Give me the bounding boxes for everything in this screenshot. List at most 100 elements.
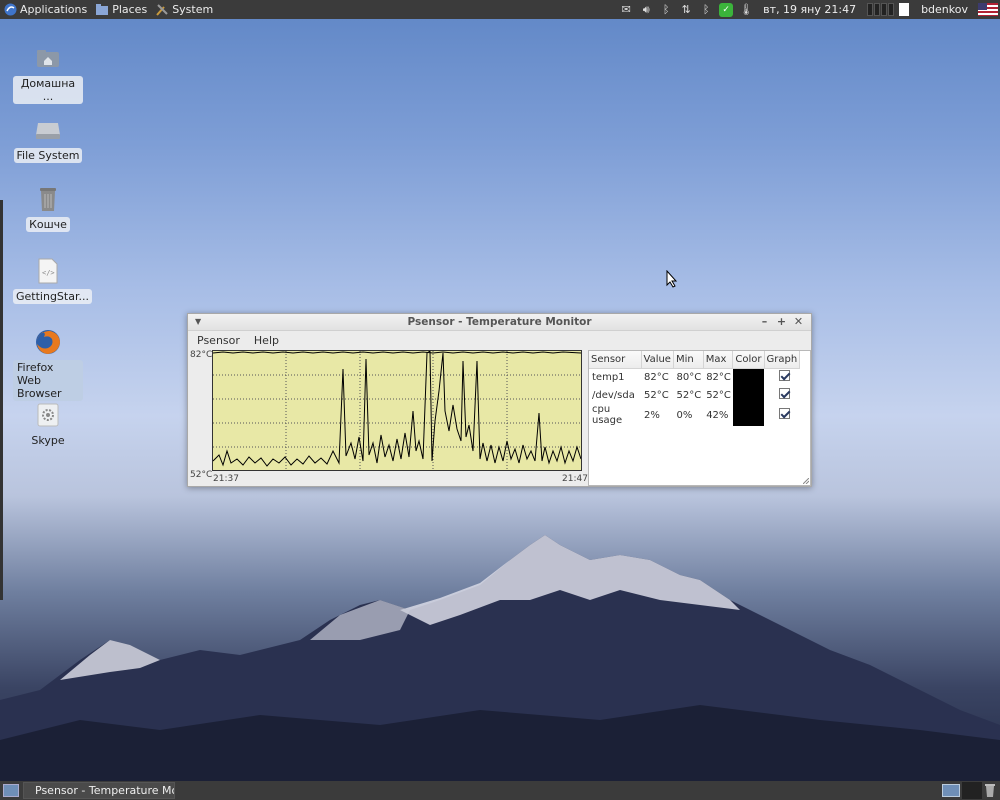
trash-icon[interactable] xyxy=(984,783,996,798)
window-title: Psensor - Temperature Monitor xyxy=(407,316,592,328)
gear-file-icon xyxy=(34,401,62,429)
home-folder-icon xyxy=(34,44,62,72)
graph-checkbox[interactable] xyxy=(779,388,791,399)
left-edge-strip xyxy=(0,200,3,600)
workspace-pager-empty[interactable] xyxy=(962,782,982,799)
svg-text:</>: </> xyxy=(42,269,55,277)
sensor-color-swatch[interactable] xyxy=(732,404,765,426)
column-header-sensor[interactable]: Sensor xyxy=(589,351,642,369)
sensor-color-swatch[interactable] xyxy=(732,386,765,404)
column-header-graph[interactable]: Graph xyxy=(764,351,801,369)
table-row[interactable]: cpu usage 2% 0% 42% xyxy=(589,404,800,426)
maximize-icon[interactable]: + xyxy=(773,315,790,328)
graph-checkbox[interactable] xyxy=(779,408,791,419)
table-row[interactable]: temp1 82°C 80°C 82°C xyxy=(589,368,800,386)
cpu-usage-series-line xyxy=(212,350,582,467)
volume-icon[interactable]: 🔊︎ xyxy=(639,3,653,17)
places-label: Places xyxy=(112,3,148,16)
window-titlebar[interactable]: ▼ Psensor - Temperature Monitor – + ✕ xyxy=(188,314,811,331)
minimize-icon[interactable]: – xyxy=(756,315,773,328)
xfce-logo-icon xyxy=(4,3,17,16)
taskbar-item-label: Psensor - Temperature Mo... xyxy=(35,784,175,797)
sensor-graph: 82°C 52°C 21:37 21:47 xyxy=(188,350,588,486)
desktop-icon-firefox[interactable]: Firefox Web Browser xyxy=(13,328,83,401)
sensor-name: temp1 xyxy=(592,371,625,383)
bottom-panel: Psensor - Temperature Mo... xyxy=(0,781,1000,800)
system-label: System xyxy=(172,3,214,16)
menu-help[interactable]: Help xyxy=(247,334,286,347)
places-menu[interactable]: Places xyxy=(91,0,151,19)
menu-bar: Psensor Help xyxy=(188,331,811,349)
bluetooth-icon[interactable]: ᛒ xyxy=(659,3,673,17)
x-axis-end-label: 21:47 xyxy=(562,474,588,484)
top-panel: Applications Places System ✉ 🔊︎ ᛒ ⇅ ᛒ ✓ … xyxy=(0,0,1000,19)
graph-svg xyxy=(212,350,582,470)
sensor-value: 52°C xyxy=(644,389,669,401)
sensor-color-swatch[interactable] xyxy=(732,368,765,386)
graph-plot-area xyxy=(212,350,582,471)
sensor-max: 82°C xyxy=(706,371,731,383)
folder-icon xyxy=(96,4,109,15)
workspace-4[interactable] xyxy=(888,3,895,16)
temp1-series-line xyxy=(212,351,582,354)
column-header-max[interactable]: Max xyxy=(703,351,734,369)
desktop-icon-label: File System xyxy=(13,148,83,163)
workspace-2[interactable] xyxy=(874,3,881,16)
sensor-max: 52°C xyxy=(706,389,731,401)
bluetooth-icon[interactable]: ᛒ xyxy=(699,3,713,17)
applications-menu[interactable]: Applications xyxy=(0,0,91,19)
shield-check-icon[interactable]: ✓ xyxy=(719,2,734,17)
sensor-min: 80°C xyxy=(676,371,702,383)
sensor-name: /dev/sda xyxy=(592,389,635,401)
taskbar-item-psensor[interactable]: Psensor - Temperature Mo... xyxy=(23,782,175,799)
desktop-icon-label: Кошче xyxy=(26,217,70,232)
sensor-table: Sensor Value Min Max Color Graph temp1 8… xyxy=(588,350,811,486)
tools-icon xyxy=(156,4,168,16)
psensor-window: ▼ Psensor - Temperature Monitor – + ✕ Ps… xyxy=(187,313,812,487)
window-menu-icon[interactable]: ▼ xyxy=(195,317,201,326)
thermometer-icon[interactable]: 🌡︎ xyxy=(739,3,753,17)
workspace-pager[interactable] xyxy=(942,784,960,797)
y-axis-bottom-label: 52°C xyxy=(190,470,213,480)
desktop-icon-trash[interactable]: Кошче xyxy=(13,185,83,232)
sensor-name: cpu usage xyxy=(592,404,623,426)
workspace-3[interactable] xyxy=(881,3,888,16)
network-icon[interactable]: ⇅ xyxy=(679,3,693,17)
mail-icon[interactable]: ✉ xyxy=(619,3,633,17)
trash-icon xyxy=(34,185,62,213)
show-desktop-icon[interactable] xyxy=(3,784,19,797)
desktop-icon-label: Домашна ... xyxy=(13,76,83,104)
sensor-value: 2% xyxy=(644,409,660,421)
table-row[interactable]: /dev/sda 52°C 52°C 52°C xyxy=(589,386,800,404)
sensor-max: 42% xyxy=(706,409,729,421)
desktop-icon-skype[interactable]: Skype xyxy=(13,401,83,448)
table-header-row: Sensor Value Min Max Color Graph xyxy=(589,351,801,369)
desktop-icon-label: Firefox Web Browser xyxy=(13,360,83,401)
sensor-min: 0% xyxy=(676,409,693,421)
desktop-icon-filesystem[interactable]: File System xyxy=(13,116,83,163)
mouse-cursor-icon xyxy=(666,270,678,288)
desktop-icon-gettingstarted[interactable]: </> GettingStar... xyxy=(13,257,92,304)
desktop-icon-label: GettingStar... xyxy=(13,289,92,304)
workspace-switcher[interactable] xyxy=(867,3,910,16)
us-flag-icon[interactable] xyxy=(978,3,998,16)
system-tray: ✉ 🔊︎ ᛒ ⇅ ᛒ ✓ 🌡︎ вт, 19 яну 21:47 bdenkov xyxy=(616,0,1000,19)
resize-grip-icon[interactable] xyxy=(803,478,809,484)
drive-icon xyxy=(34,116,62,144)
firefox-icon xyxy=(34,328,62,356)
close-icon[interactable]: ✕ xyxy=(790,315,807,328)
system-menu[interactable]: System xyxy=(151,0,217,19)
workspace-1[interactable] xyxy=(867,3,874,16)
user-name[interactable]: bdenkov xyxy=(921,3,968,16)
desktop-icon-home[interactable]: Домашна ... xyxy=(13,44,83,104)
clock[interactable]: вт, 19 яну 21:47 xyxy=(763,3,856,16)
sensor-value: 82°C xyxy=(644,371,669,383)
column-header-value[interactable]: Value xyxy=(641,351,674,369)
menu-psensor[interactable]: Psensor xyxy=(190,334,247,347)
column-header-min[interactable]: Min xyxy=(673,351,704,369)
sensor-min: 52°C xyxy=(676,389,702,401)
graph-checkbox[interactable] xyxy=(779,370,791,382)
html-file-icon: </> xyxy=(34,257,62,285)
column-header-color[interactable]: Color xyxy=(732,351,765,369)
workspace-active[interactable] xyxy=(899,3,910,16)
